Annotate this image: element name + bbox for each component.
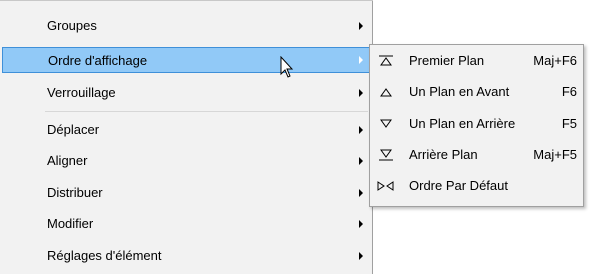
submenu-item-label: Un Plan en Arrière: [409, 116, 516, 131]
shortcut-text: F6: [561, 84, 577, 99]
menu-item-label: Distribuer: [47, 185, 103, 200]
menu-item-groupes[interactable]: Groupes: [2, 13, 370, 39]
menu-item-ordre-affichage[interactable]: Ordre d'affichage: [2, 47, 370, 73]
menu-item-modifier[interactable]: Modifier: [2, 211, 370, 237]
menu-item-verrouillage[interactable]: Verrouillage: [2, 80, 370, 106]
submenu-item-premier-plan[interactable]: Premier Plan Maj+F6: [371, 48, 582, 74]
submenu-arrow-icon: [359, 252, 363, 260]
submenu-item-ordre-par-defaut[interactable]: Ordre Par Défaut: [371, 173, 582, 199]
send-to-back-icon: [377, 147, 395, 163]
menu-item-aligner[interactable]: Aligner: [2, 148, 370, 174]
submenu-item-arriere-plan[interactable]: Arrière Plan Maj+F5: [371, 142, 582, 168]
menu-item-deplacer[interactable]: Déplacer: [2, 117, 370, 143]
submenu-arrow-icon: [359, 56, 363, 64]
shortcut-text: Maj+F5: [533, 147, 577, 162]
submenu-arrow-icon: [359, 126, 363, 134]
shortcut-text: F5: [561, 116, 577, 131]
menu-separator: [45, 111, 368, 112]
send-backward-icon: [377, 116, 395, 132]
menu-item-label: Aligner: [47, 153, 88, 168]
context-menu: Groupes Ordre d'affichage Verrouillage D…: [0, 0, 373, 274]
menu-item-label: Modifier: [47, 216, 94, 231]
mouse-cursor-icon: [280, 56, 294, 78]
bring-to-front-icon: [377, 53, 395, 69]
submenu-item-label: Un Plan en Avant: [409, 84, 510, 99]
display-order-submenu: Premier Plan Maj+F6 Un Plan en Avant F6 …: [369, 44, 584, 207]
menu-top-edge: [0, 0, 373, 1]
menu-item-label: Groupes: [47, 18, 97, 33]
shortcut-text: Maj+F6: [533, 53, 577, 68]
submenu-arrow-icon: [359, 22, 363, 30]
default-order-icon: [377, 178, 395, 194]
submenu-arrow-icon: [359, 157, 363, 165]
menu-item-label: Ordre d'affichage: [48, 53, 148, 68]
menu-item-label: Réglages d'élément: [47, 248, 162, 263]
submenu-item-label: Premier Plan: [409, 53, 485, 68]
submenu-item-label: Arrière Plan: [409, 147, 478, 162]
submenu-item-un-plan-en-arriere[interactable]: Un Plan en Arrière F5: [371, 111, 582, 137]
submenu-item-un-plan-en-avant[interactable]: Un Plan en Avant F6: [371, 79, 582, 105]
submenu-arrow-icon: [359, 220, 363, 228]
submenu-item-label: Ordre Par Défaut: [409, 178, 508, 193]
bring-forward-icon: [377, 84, 395, 100]
menu-item-label: Déplacer: [47, 122, 100, 137]
screen: Groupes Ordre d'affichage Verrouillage D…: [0, 0, 597, 274]
menu-item-label: Verrouillage: [47, 85, 116, 100]
menu-item-distribuer[interactable]: Distribuer: [2, 180, 370, 206]
submenu-arrow-icon: [359, 189, 363, 197]
submenu-arrow-icon: [359, 89, 363, 97]
menu-item-reglages-element[interactable]: Réglages d'élément: [2, 243, 370, 269]
